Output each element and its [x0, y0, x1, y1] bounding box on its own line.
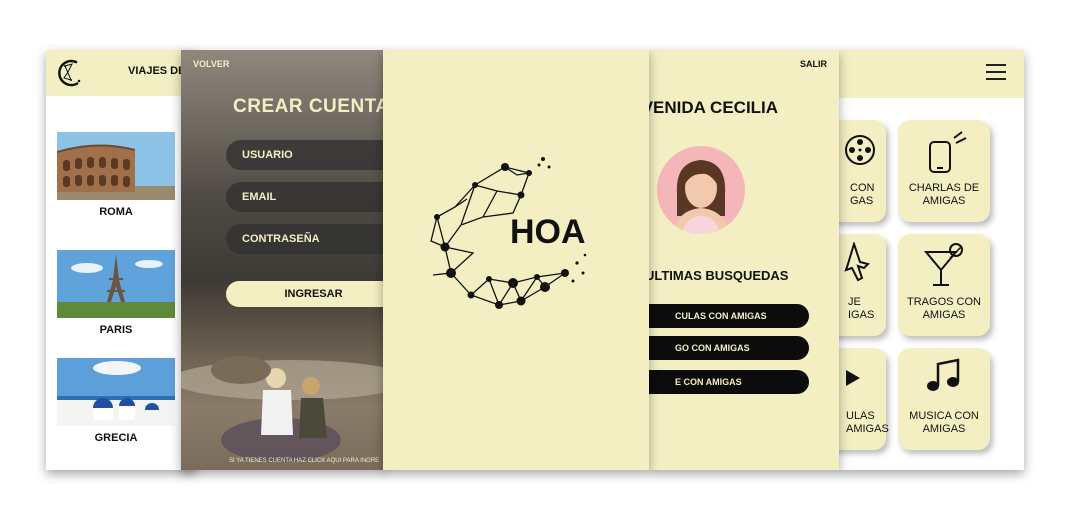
category-card-viajes[interactable]: JE IGAS — [838, 234, 886, 336]
destination-card-paris[interactable]: PARIS — [57, 250, 175, 336]
categorias-screen: CON GAS CHARLAS DE AMIGAS JE IGAS TRAGOS CO… — [838, 50, 1024, 470]
film-reel-icon — [845, 135, 875, 165]
category-label: TRAGOS CON AMIGAS — [907, 296, 981, 321]
category-card-tragos[interactable]: TRAGOS CON AMIGAS — [898, 234, 990, 336]
login-link[interactable]: SI YA TIENES CUENTA HAZ CLICK AQUI PARA … — [229, 458, 379, 464]
avatar — [657, 146, 745, 234]
brand-name: HOA — [510, 213, 586, 251]
destination-label: GRECIA — [94, 432, 138, 444]
destination-label: PARIS — [99, 324, 133, 336]
destination-card-grecia[interactable]: GRECIA — [57, 358, 175, 444]
cocktail-icon — [923, 243, 963, 286]
viajes-title: VIAJES DE — [128, 65, 186, 77]
airplane-icon — [844, 242, 870, 282]
category-card-charlas[interactable]: CHARLAS DE AMIGAS — [898, 120, 990, 222]
friends-photo-image — [181, 356, 386, 462]
eiffel-tower-image — [57, 250, 175, 318]
phone-icon — [929, 131, 967, 173]
destination-label: ROMA — [99, 206, 133, 218]
bienvenida-screen: SALIR IVENIDA CECILIA ULTIMAS BUSQUEDAS … — [649, 50, 839, 470]
play-icon — [846, 370, 860, 386]
santorini-image — [57, 358, 175, 426]
email-field[interactable]: EMAIL — [226, 182, 386, 212]
welcome-title: IVENIDA CECILIA — [649, 98, 779, 117]
category-label: CON GAS — [850, 182, 875, 207]
destination-card-roma[interactable]: ROMA — [57, 132, 175, 218]
hoa-logo-icon — [58, 59, 81, 87]
recent-search-item[interactable]: CULAS CON AMIGAS — [649, 304, 809, 328]
category-card-musica[interactable]: MUSICA CON AMIGAS — [898, 348, 990, 450]
category-label: ULAS AMIGAS — [846, 410, 889, 435]
category-label: MUSICA CON AMIGAS — [909, 410, 979, 435]
password-field[interactable]: CONTRASEÑA — [226, 224, 386, 254]
category-label: JE IGAS — [848, 296, 875, 321]
recent-search-item[interactable]: GO CON AMIGAS — [649, 336, 809, 360]
category-label: CHARLAS DE AMIGAS — [908, 182, 980, 207]
crear-cuenta-title: CREAR CUENTA — [233, 96, 386, 117]
splash-screen: HOA — [383, 50, 649, 470]
crear-cuenta-screen: VOLVER CREAR CUENTA USUARIO EMAIL CONTRA… — [181, 50, 386, 470]
hamburger-menu-icon[interactable] — [986, 64, 1006, 82]
salir-button[interactable]: SALIR — [800, 59, 827, 69]
colosseum-image — [57, 132, 175, 200]
ingresar-button[interactable]: INGRESAR — [226, 281, 386, 307]
music-note-icon — [927, 358, 960, 391]
categorias-header — [838, 50, 1024, 98]
category-card-peliculas[interactable]: CON GAS — [838, 120, 886, 222]
volver-link[interactable]: VOLVER — [193, 59, 229, 69]
ultimas-busquedas-heading: ULTIMAS BUSQUEDAS — [649, 268, 789, 283]
viajes-header: VIAJES DE — [46, 50, 196, 96]
usuario-field[interactable]: USUARIO — [226, 140, 386, 170]
viajes-screen: VIAJES DE ROMA PARIS GRECIA — [46, 50, 196, 470]
category-card-peliculas-2[interactable]: ULAS AMIGAS — [838, 348, 889, 450]
recent-search-item[interactable]: E CON AMIGAS — [649, 370, 809, 394]
